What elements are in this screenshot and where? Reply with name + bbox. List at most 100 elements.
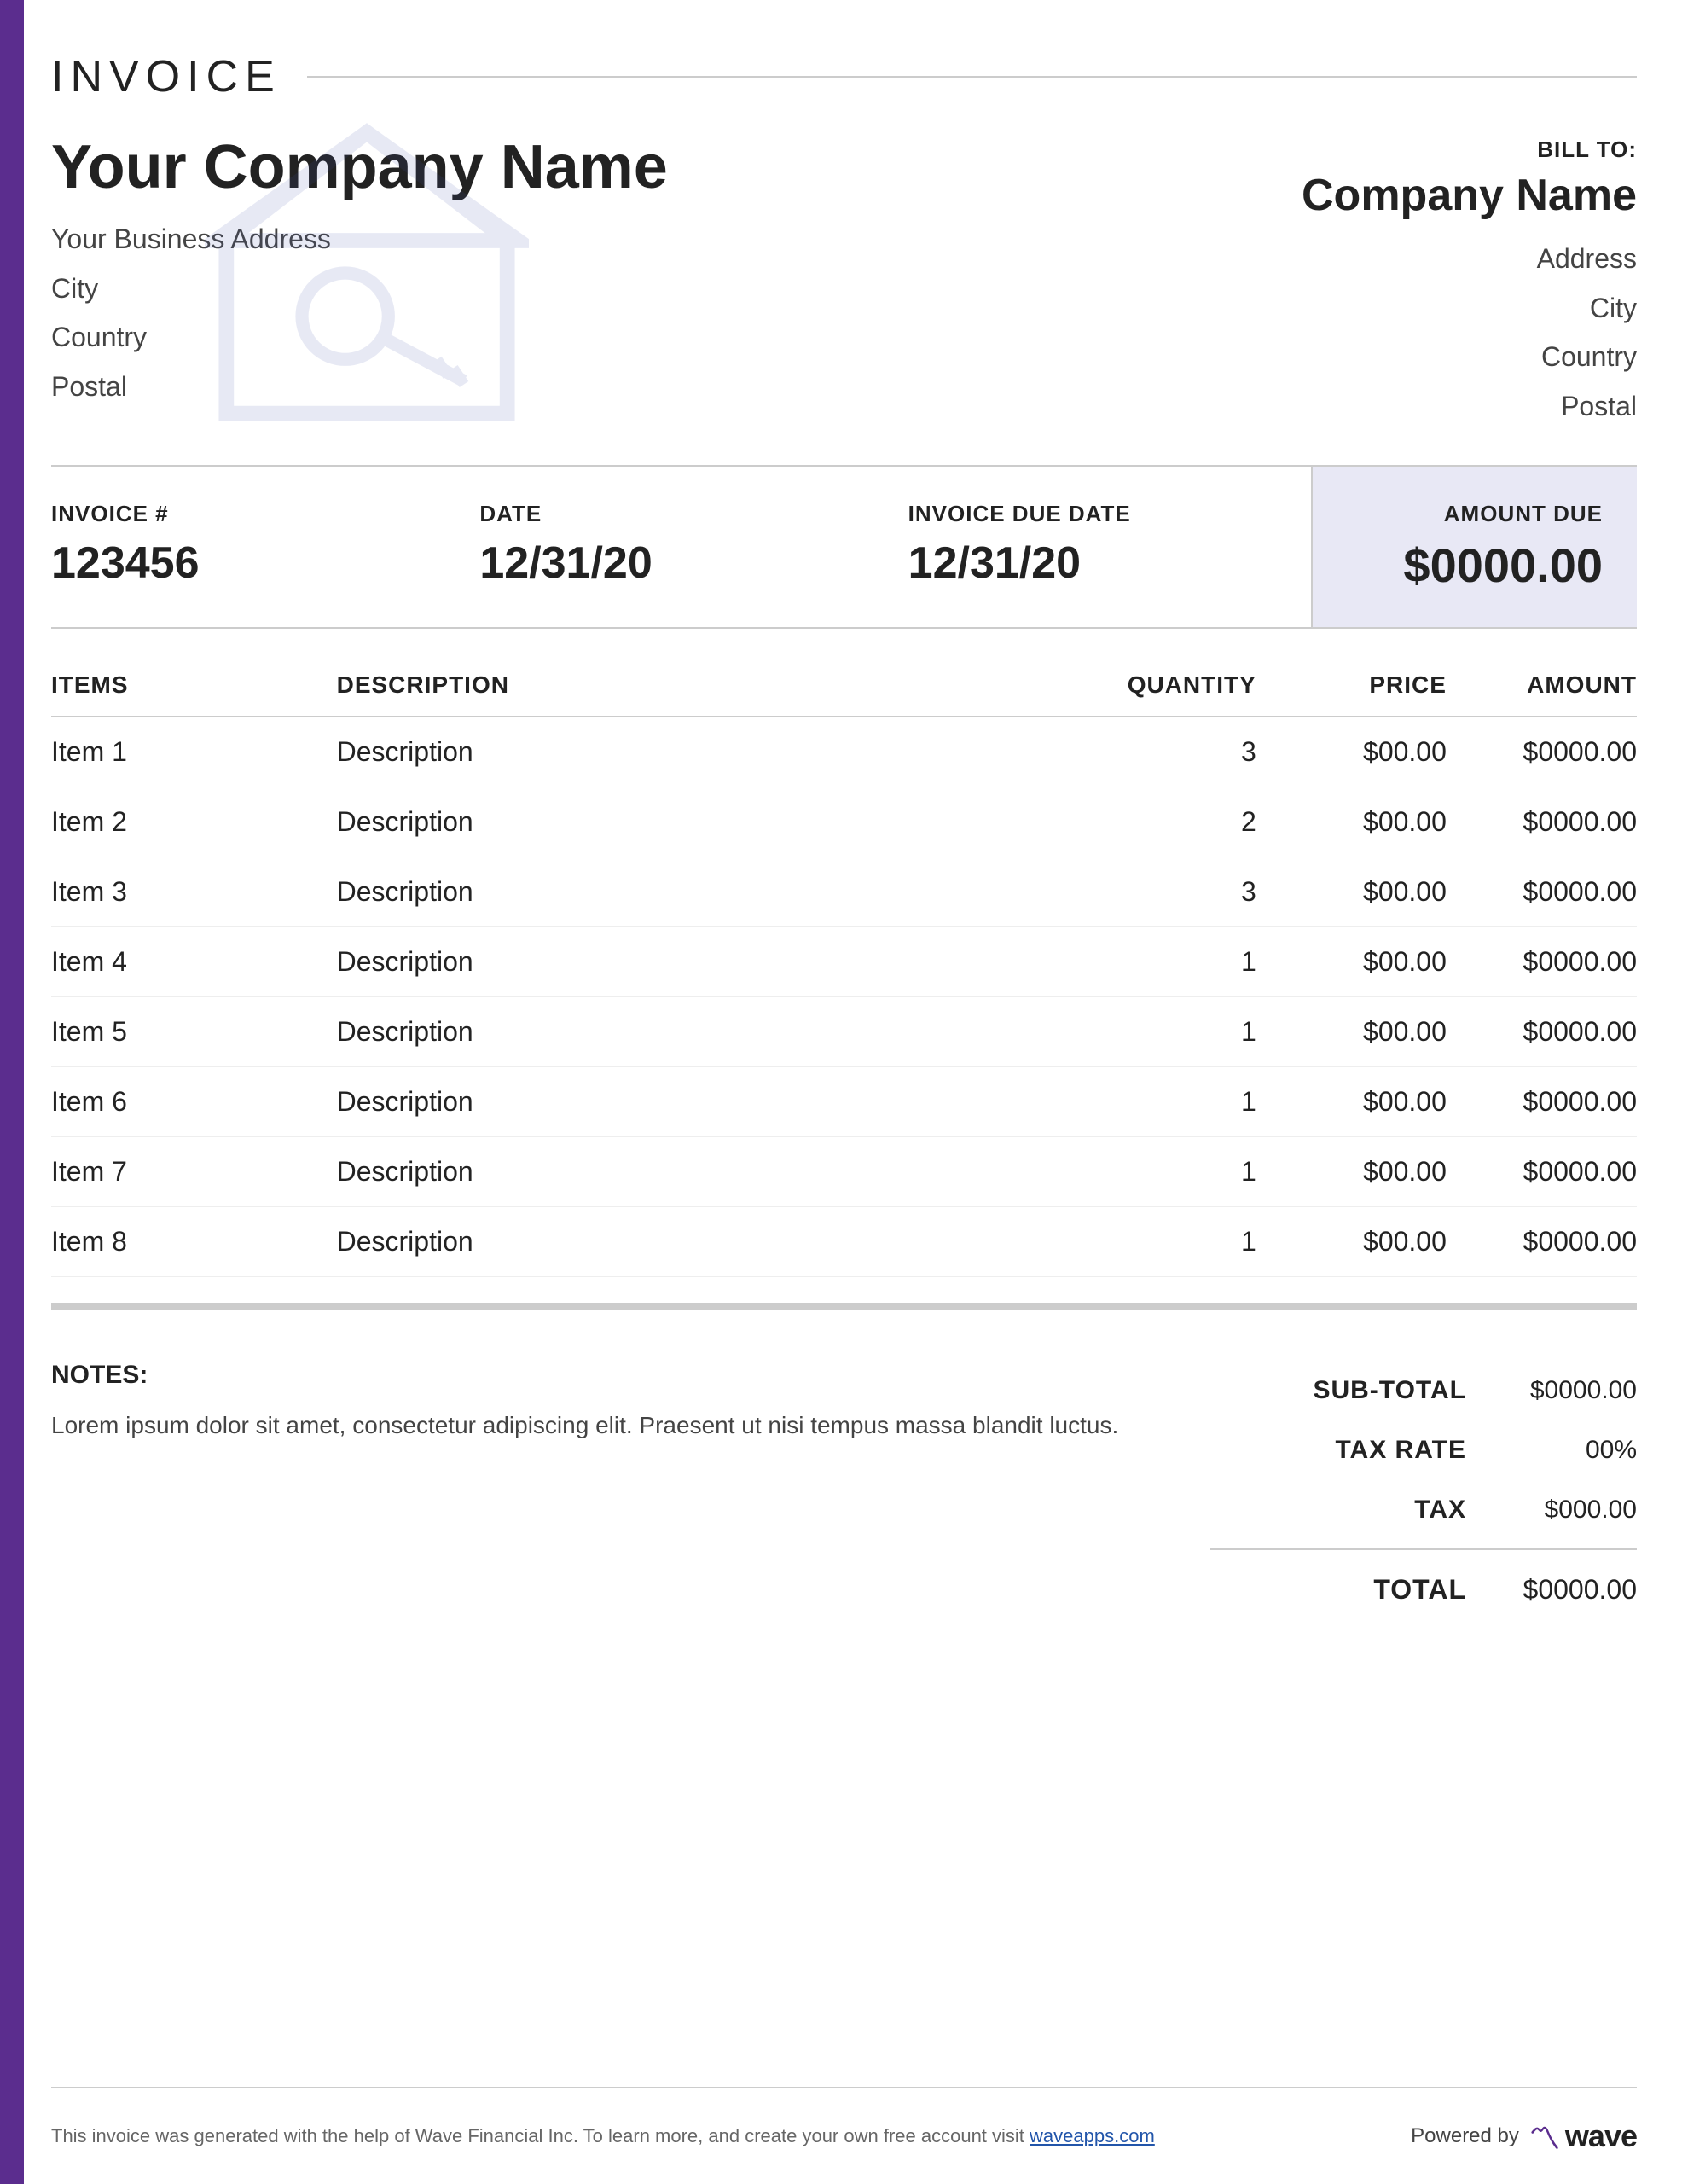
invoice-meta-left: INVOICE # 123456 DATE 12/31/20 INVOICE D… (51, 467, 1313, 627)
totals-section: SUB-TOTAL $0000.00 TAX RATE 00% TAX $000… (1210, 1361, 1637, 2036)
item-description: Description (337, 717, 1066, 787)
notes-section: NOTES: Lorem ipsum dolor sit amet, conse… (51, 1361, 1210, 2036)
item-name: Item 1 (51, 717, 337, 787)
meta-due-date: INVOICE DUE DATE 12/31/20 (883, 501, 1311, 593)
item-name: Item 5 (51, 997, 337, 1067)
table-row: Item 5 Description 1 $00.00 $0000.00 (51, 997, 1637, 1067)
item-description: Description (337, 787, 1066, 857)
item-amount: $0000.00 (1447, 927, 1637, 997)
bill-to-address: Address (1296, 235, 1637, 284)
watermark (205, 111, 529, 439)
subtotal-value: $0000.00 (1500, 1376, 1637, 1405)
item-description: Description (337, 1207, 1066, 1277)
col-header-quantity: QUANTITY (1066, 671, 1256, 717)
item-description: Description (337, 1067, 1066, 1137)
item-quantity: 2 (1066, 787, 1256, 857)
item-description: Description (337, 927, 1066, 997)
item-quantity: 1 (1066, 927, 1256, 997)
bill-to-details: Address City Country Postal (1296, 235, 1637, 431)
bill-to-postal: Postal (1296, 382, 1637, 432)
due-date-label: INVOICE DUE DATE (908, 501, 1285, 527)
tax-rate-row: TAX RATE 00% (1210, 1420, 1637, 1480)
item-amount: $0000.00 (1447, 857, 1637, 927)
bill-to-section: BILL TO: Company Name Address City Count… (1296, 136, 1637, 431)
table-row: Item 8 Description 1 $00.00 $0000.00 (51, 1207, 1637, 1277)
tax-row: TAX $000.00 (1210, 1480, 1637, 1540)
item-quantity: 1 (1066, 1207, 1256, 1277)
item-price: $00.00 (1256, 1067, 1447, 1137)
item-price: $00.00 (1256, 927, 1447, 997)
date-label: DATE (479, 501, 856, 527)
invoice-meta-right: AMOUNT DUE $0000.00 (1313, 467, 1637, 627)
amount-due-label: AMOUNT DUE (1444, 501, 1603, 527)
table-row: Item 3 Description 3 $00.00 $0000.00 (51, 857, 1637, 927)
total-row: TOTAL $0000.00 (1210, 1559, 1637, 1621)
table-row: Item 6 Description 1 $00.00 $0000.00 (51, 1067, 1637, 1137)
bill-to-city: City (1296, 284, 1637, 334)
footer: This invoice was generated with the help… (51, 2087, 1637, 2184)
item-price: $00.00 (1256, 717, 1447, 787)
items-header-row: ITEMS DESCRIPTION QUANTITY PRICE AMOUNT (51, 671, 1637, 717)
amount-due-value: $0000.00 (1403, 537, 1603, 593)
item-price: $00.00 (1256, 857, 1447, 927)
tax-value: $000.00 (1500, 1496, 1637, 1525)
item-price: $00.00 (1256, 1207, 1447, 1277)
item-description: Description (337, 1137, 1066, 1207)
items-table: ITEMS DESCRIPTION QUANTITY PRICE AMOUNT … (51, 671, 1637, 1277)
wave-icon: 〽 (1529, 2114, 1560, 2158)
footer-text: This invoice was generated with the help… (51, 2125, 1155, 2147)
table-row: Item 1 Description 3 $00.00 $0000.00 (51, 717, 1637, 787)
item-amount: $0000.00 (1447, 1207, 1637, 1277)
item-amount: $0000.00 (1447, 1137, 1637, 1207)
item-quantity: 1 (1066, 1067, 1256, 1137)
items-bottom-divider (51, 1303, 1637, 1310)
bill-to-company-name: Company Name (1296, 170, 1637, 221)
item-name: Item 2 (51, 787, 337, 857)
tax-rate-value: 00% (1500, 1436, 1637, 1465)
accent-bar (0, 0, 24, 2184)
item-price: $00.00 (1256, 1137, 1447, 1207)
footer-main-text: This invoice was generated with the help… (51, 2125, 1024, 2146)
item-amount: $0000.00 (1447, 997, 1637, 1067)
bill-to-label: BILL TO: (1296, 136, 1637, 163)
total-label: TOTAL (1210, 1574, 1500, 1606)
table-row: Item 7 Description 1 $00.00 $0000.00 (51, 1137, 1637, 1207)
items-section: ITEMS DESCRIPTION QUANTITY PRICE AMOUNT … (51, 629, 1637, 1303)
item-amount: $0000.00 (1447, 787, 1637, 857)
subtotal-label: SUB-TOTAL (1210, 1376, 1500, 1405)
col-header-price: PRICE (1256, 671, 1447, 717)
item-price: $00.00 (1256, 787, 1447, 857)
item-quantity: 3 (1066, 857, 1256, 927)
item-quantity: 3 (1066, 717, 1256, 787)
invoice-number-label: INVOICE # (51, 501, 428, 527)
col-header-amount: AMOUNT (1447, 671, 1637, 717)
due-date-value: 12/31/20 (908, 537, 1285, 589)
item-quantity: 1 (1066, 997, 1256, 1067)
total-value: $0000.00 (1500, 1574, 1637, 1606)
wave-logo-text: wave (1565, 2118, 1637, 2154)
item-price: $00.00 (1256, 997, 1447, 1067)
item-description: Description (337, 997, 1066, 1067)
footer-link[interactable]: waveapps.com (1030, 2125, 1155, 2146)
item-name: Item 3 (51, 857, 337, 927)
invoice-title-row: INVOICE (51, 51, 1637, 102)
date-value: 12/31/20 (479, 537, 856, 589)
item-amount: $0000.00 (1447, 717, 1637, 787)
col-header-items: ITEMS (51, 671, 337, 717)
item-name: Item 8 (51, 1207, 337, 1277)
invoice-title: INVOICE (51, 51, 281, 102)
invoice-number-value: 123456 (51, 537, 428, 589)
item-description: Description (337, 857, 1066, 927)
item-name: Item 7 (51, 1137, 337, 1207)
totals-divider (1210, 1548, 1637, 1550)
subtotal-row: SUB-TOTAL $0000.00 (1210, 1361, 1637, 1420)
item-amount: $0000.00 (1447, 1067, 1637, 1137)
items-table-body: Item 1 Description 3 $00.00 $0000.00 Ite… (51, 717, 1637, 1277)
powered-by-text: Powered by (1411, 2124, 1519, 2148)
items-table-head: ITEMS DESCRIPTION QUANTITY PRICE AMOUNT (51, 671, 1637, 717)
header-section: INVOICE (51, 0, 1637, 465)
title-line (307, 76, 1637, 78)
powered-by: Powered by 〽 wave (1411, 2114, 1637, 2158)
meta-invoice-number: INVOICE # 123456 (51, 501, 454, 593)
meta-date: DATE 12/31/20 (454, 501, 882, 593)
